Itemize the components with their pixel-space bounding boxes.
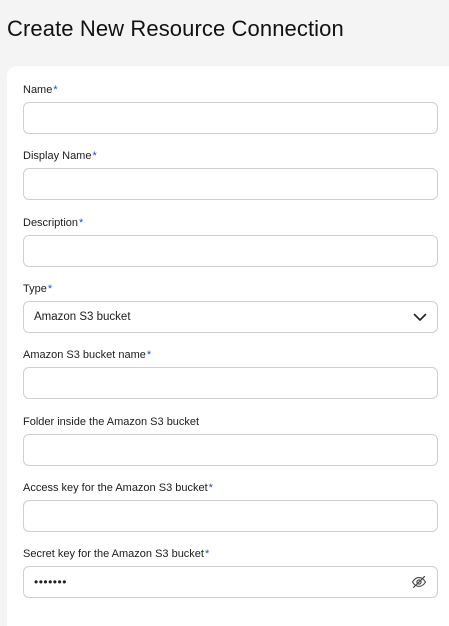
display-name-label-text: Display Name [23,150,92,162]
secret-key-masked-value: ••••••• [34,575,67,589]
secret-key-label: Secret key for the Amazon S3 bucket* [23,547,438,561]
required-marker: * [53,84,58,96]
description-field-group: Description* [23,216,438,267]
description-input[interactable] [23,235,438,267]
display-name-field-group: Display Name* [23,149,438,200]
bucket-name-field-group: Amazon S3 bucket name* [23,348,438,399]
folder-input[interactable] [23,434,438,466]
secret-key-label-text: Secret key for the Amazon S3 bucket [23,548,204,560]
bucket-name-input[interactable] [23,367,438,399]
eye-off-icon[interactable] [411,574,427,590]
type-select-value: Amazon S3 bucket [34,311,131,323]
name-field-group: Name* [23,83,438,134]
required-marker: * [79,217,84,229]
type-select[interactable]: Amazon S3 bucket [23,301,438,333]
description-label: Description* [23,216,438,230]
folder-label-text: Folder inside the Amazon S3 bucket [23,416,200,428]
name-input[interactable] [23,102,438,134]
type-label: Type* [23,282,438,296]
description-label-text: Description [23,217,79,229]
access-key-field-group: Access key for the Amazon S3 bucket* [23,481,438,532]
resource-connection-form: Name* Display Name* Description* Type* A… [7,66,449,626]
secret-key-field-group: Secret key for the Amazon S3 bucket* •••… [23,547,438,598]
page-title: Create New Resource Connection [7,16,344,41]
required-marker: * [146,349,152,361]
access-key-label-text: Access key for the Amazon S3 bucket [23,482,208,494]
access-key-input[interactable] [23,500,438,532]
bucket-name-label: Amazon S3 bucket name* [23,348,438,362]
name-label: Name* [23,83,438,97]
chevron-down-icon [413,310,427,324]
access-key-label: Access key for the Amazon S3 bucket* [23,481,438,495]
required-marker: * [204,548,210,560]
display-name-label: Display Name* [23,149,438,163]
folder-label: Folder inside the Amazon S3 bucket [23,415,438,429]
bucket-name-label-text: Amazon S3 bucket name [23,349,146,361]
required-marker: * [47,283,53,295]
type-label-text: Type [23,283,47,295]
required-marker: * [92,150,97,162]
name-label-text: Name [23,84,53,96]
type-field-group: Type* Amazon S3 bucket [23,282,438,333]
required-marker: * [208,482,213,494]
folder-field-group: Folder inside the Amazon S3 bucket [23,415,438,466]
secret-key-input[interactable]: ••••••• [23,566,438,598]
display-name-input[interactable] [23,168,438,200]
